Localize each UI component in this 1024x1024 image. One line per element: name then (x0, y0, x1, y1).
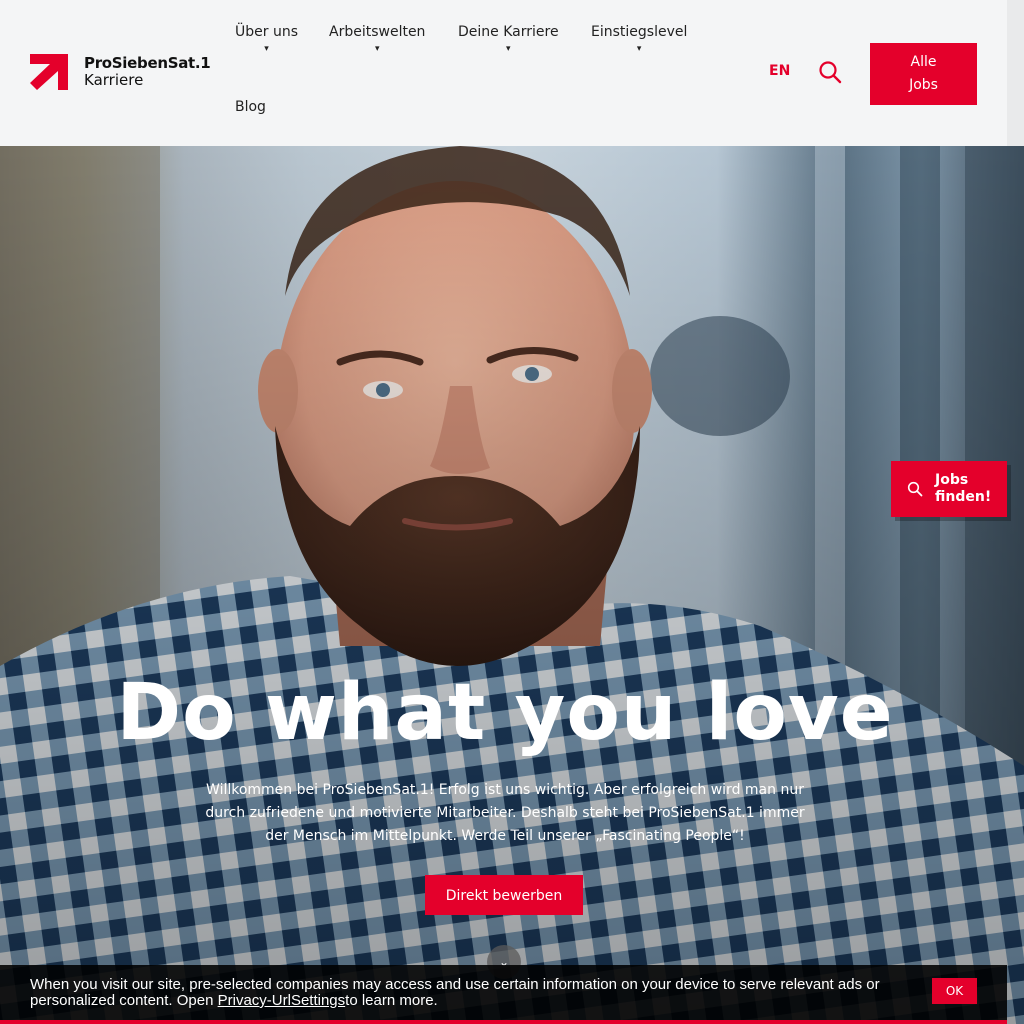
cookie-ok-button[interactable]: OK (932, 978, 977, 1004)
logo[interactable]: ProSiebenSat.1 Karriere (30, 54, 211, 90)
logo-mark-icon (30, 54, 68, 90)
hero-intro-text: Willkommen bei ProSiebenSat.1! Erfolg is… (205, 782, 805, 844)
search-icon[interactable] (818, 60, 842, 84)
nav-item-ueber-uns[interactable]: Über uns ▾ (235, 24, 298, 54)
privacy-settings-link[interactable]: Privacy-UrlSettings (218, 992, 346, 1009)
logo-brand: ProSiebenSat.1 (84, 54, 211, 72)
jobs-finden-button[interactable]: Jobs finden! (891, 461, 1007, 517)
nav-item-blog[interactable]: Blog (235, 99, 266, 115)
search-icon (907, 481, 923, 497)
nav-item-deine-karriere[interactable]: Deine Karriere ▾ (458, 24, 559, 54)
hero-section: Do what you love Willkommen bei ProSiebe… (0, 146, 1024, 1024)
nav-item-einstiegslevel[interactable]: Einstiegslevel ▾ (591, 24, 687, 54)
site-header: ProSiebenSat.1 Karriere Über uns ▾ Arbei… (0, 0, 1007, 146)
hero-title: Do what you love (116, 668, 894, 758)
caret-down-icon: ▾ (506, 44, 511, 54)
caret-down-icon: ▾ (636, 44, 642, 54)
caret-down-icon: ▾ (264, 44, 269, 54)
apply-now-button[interactable]: Direkt bewerben (425, 875, 583, 915)
cookie-text: When you visit our site, pre-selected co… (30, 976, 880, 1009)
all-jobs-button[interactable]: Alle Jobs (870, 43, 977, 105)
logo-subtitle: Karriere (84, 71, 144, 89)
caret-down-icon: ▾ (374, 44, 380, 54)
bottom-accent-line (0, 1020, 1007, 1024)
nav-item-arbeitswelten[interactable]: Arbeitswelten ▾ (329, 24, 425, 54)
language-switch[interactable]: EN (769, 63, 790, 79)
cookie-banner: When you visit our site, pre-selected co… (0, 965, 1007, 1020)
scrollbar-track (1007, 0, 1024, 146)
